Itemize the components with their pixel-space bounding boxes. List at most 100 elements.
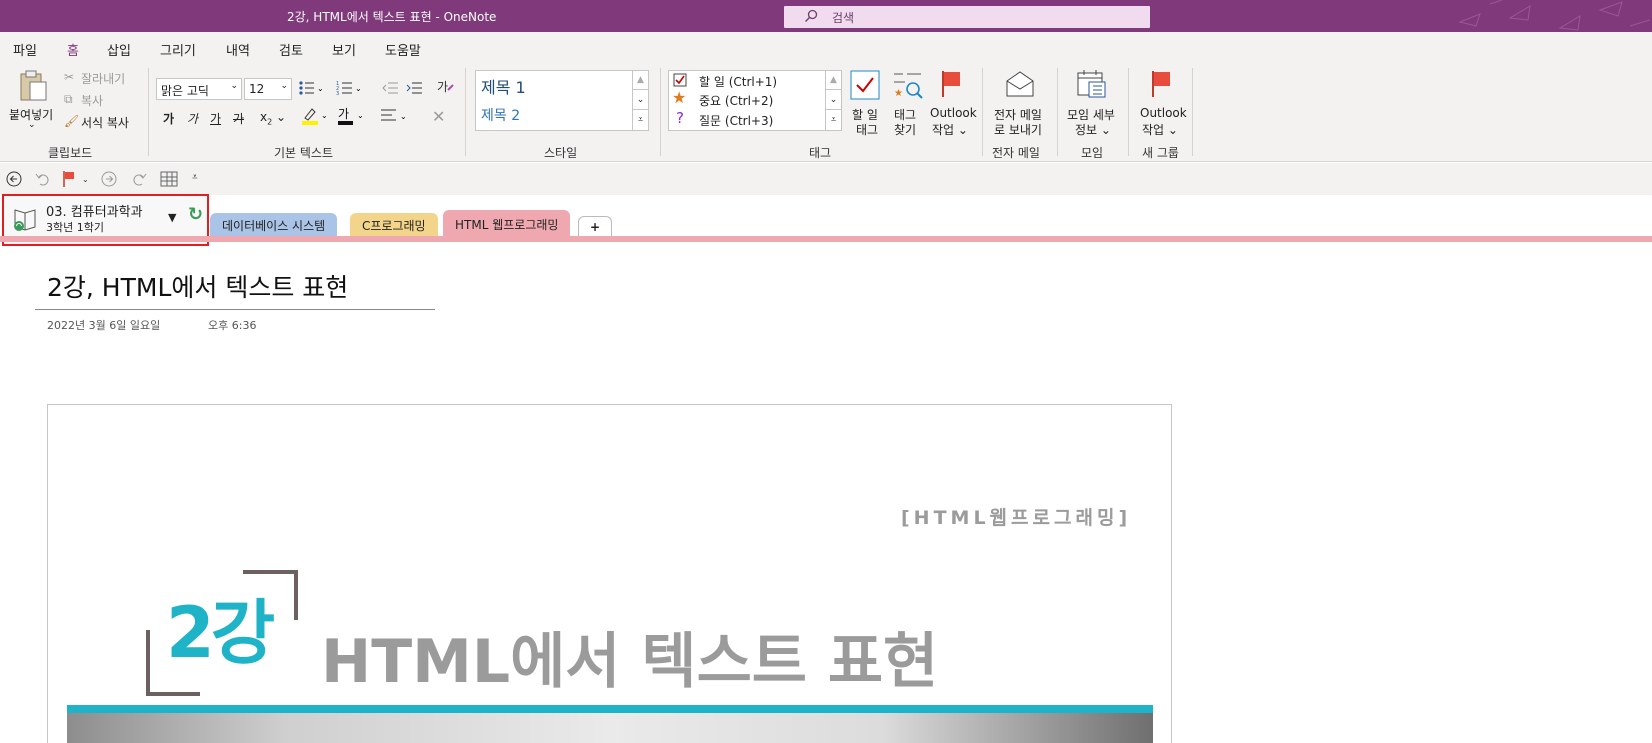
outlook-flag-icon[interactable] — [940, 70, 964, 98]
undo-icon[interactable] — [35, 171, 51, 187]
more-icon: ⩡ — [830, 115, 837, 125]
outlook-tasks-label-2[interactable]: 작업 ⌄ — [932, 121, 968, 138]
styles-gallery-scroll[interactable]: ▲ ⌄ ⩡ — [632, 71, 648, 130]
copy-icon: ⧉ — [64, 92, 73, 106]
more-icon: ⩡ — [637, 115, 644, 125]
copy-button[interactable]: 복사 — [81, 92, 103, 109]
increase-indent-icon[interactable] — [406, 80, 422, 96]
numbering-icon[interactable]: 123⌄ — [336, 80, 362, 96]
separator — [1128, 68, 1129, 156]
add-section-button[interactable]: + — [578, 216, 612, 237]
subscript-button[interactable]: x2 ⌄ — [260, 110, 286, 126]
svg-text:⌄: ⌄ — [82, 175, 89, 184]
style-heading-1[interactable]: 제목 1 — [481, 74, 526, 98]
todo-tag-label-2[interactable]: 태그 — [856, 121, 878, 138]
outlook-flag-icon[interactable] — [1150, 70, 1174, 98]
format-painter-button[interactable]: 서식 복사 — [81, 114, 129, 131]
separator — [982, 68, 983, 156]
svg-text:가: 가 — [437, 80, 448, 94]
paste-dropdown-icon[interactable]: ⌄ — [28, 120, 36, 130]
separator — [148, 68, 149, 156]
align-icon[interactable]: ⌄ — [380, 108, 410, 124]
clipboard-group-label: 클립보드 — [48, 146, 93, 160]
section-tab-database[interactable]: 데이터베이스 시스템 — [210, 213, 338, 237]
slide-image[interactable]: [HTML웹프로그래밍] 2강 HTML에서 텍스트 표현 — [47, 404, 1172, 743]
delete-icon[interactable]: ✕ — [432, 107, 445, 126]
flag-icon[interactable]: ⌄ — [62, 170, 90, 188]
bullets-icon[interactable]: ⌄ — [298, 80, 324, 96]
ribbon: 붙여넣기 ⌄ ✂ 잘라내기 ⧉ 복사 🖌 서식 복사 클립보드 맑은 고딕 ⌄ 1… — [0, 62, 1652, 162]
menu-insert[interactable]: 삽입 — [107, 40, 131, 59]
svg-text:⌄: ⌄ — [357, 111, 364, 120]
tag-todo[interactable]: 할 일 (Ctrl+1) — [699, 73, 777, 90]
font-color-icon[interactable]: 가 ⌄ — [336, 106, 366, 126]
paste-icon[interactable] — [18, 70, 48, 102]
scroll-down-icon: ⌄ — [826, 91, 841, 110]
slide-lecture-number: 2강 — [166, 592, 275, 674]
new-group-label: 새 그룹 — [1142, 146, 1179, 160]
underline-button[interactable]: 가 — [210, 110, 221, 127]
find-tags-icon[interactable]: ★ — [893, 70, 923, 100]
search-placeholder: 검색 — [832, 11, 855, 25]
decrease-indent-icon[interactable] — [382, 80, 398, 96]
style-heading-2[interactable]: 제목 2 — [481, 105, 520, 125]
italic-button[interactable]: 가 — [187, 110, 198, 127]
window-title: 2강, HTML에서 텍스트 표현 - OneNote — [287, 10, 497, 24]
meeting-details-label-2[interactable]: 정보 ⌄ — [1075, 121, 1111, 138]
tags-group-label: 태그 — [809, 146, 832, 160]
menu-review[interactable]: 검토 — [279, 40, 303, 59]
title-underline — [35, 309, 435, 310]
scroll-down-icon: ⌄ — [633, 91, 648, 110]
question-icon: ? — [676, 109, 684, 127]
font-size-combo[interactable]: 12 ⌄ — [244, 78, 292, 100]
menu-draw[interactable]: 그리기 — [160, 40, 196, 59]
menu-view[interactable]: 보기 — [332, 40, 356, 59]
menu-file[interactable]: 파일 — [13, 40, 37, 59]
page-title[interactable]: 2강, HTML에서 텍스트 표현 — [47, 268, 348, 304]
todo-tag-icon[interactable] — [850, 70, 880, 100]
svg-text:★: ★ — [894, 88, 903, 99]
section-tab-html[interactable]: HTML 웹프로그래밍 — [443, 210, 571, 237]
menu-help[interactable]: 도움말 — [385, 40, 421, 59]
email-send-label-2[interactable]: 로 보내기 — [994, 121, 1042, 138]
redo-icon[interactable] — [131, 171, 147, 187]
sync-status-icon[interactable]: ↻ — [188, 204, 203, 225]
section-tab-c-programming[interactable]: C프로그래밍 — [350, 213, 438, 237]
forward-icon[interactable] — [101, 171, 117, 187]
tag-question[interactable]: 질문 (Ctrl+3) — [699, 112, 773, 129]
font-name-combo[interactable]: 맑은 고딕 ⌄ — [156, 78, 242, 100]
new-group-outlook-label-1[interactable]: Outlook — [1140, 106, 1187, 120]
table-icon[interactable] — [160, 171, 178, 187]
separator — [660, 68, 661, 156]
new-group-outlook-label-2[interactable]: 작업 ⌄ — [1142, 121, 1178, 138]
slide-accent-bar — [67, 705, 1153, 713]
tags-gallery-scroll[interactable]: ▲ ⌄ ⩡ — [825, 71, 841, 130]
meeting-details-icon[interactable] — [1077, 69, 1107, 99]
outlook-tasks-label-1[interactable]: Outlook — [930, 106, 977, 120]
menu-bar: 파일 홈 삽입 그리기 내역 검토 보기 도움말 — [0, 32, 1652, 65]
highlight-icon[interactable]: ⌄ — [300, 106, 330, 126]
tag-important[interactable]: 중요 (Ctrl+2) — [699, 92, 773, 109]
svg-text:⌄: ⌄ — [400, 112, 407, 121]
clear-formatting-icon[interactable]: 가 — [436, 78, 454, 96]
title-bar: 2강, HTML에서 텍스트 표현 - OneNote 검색 — [0, 0, 1652, 32]
separator — [1192, 68, 1193, 156]
tags-gallery[interactable]: 할 일 (Ctrl+1) ★ 중요 (Ctrl+2) ? 질문 (Ctrl+3)… — [668, 70, 842, 131]
scroll-up-icon: ▲ — [633, 71, 648, 90]
find-tags-label-2[interactable]: 찾기 — [894, 121, 916, 138]
strikethrough-button[interactable]: 가 — [233, 110, 244, 127]
page-date: 2022년 3월 6일 일요일 — [47, 319, 161, 332]
search-box[interactable]: 검색 — [784, 6, 1150, 28]
styles-gallery[interactable]: 제목 1 제목 2 ▲ ⌄ ⩡ — [475, 70, 649, 131]
menu-home[interactable]: 홈 — [67, 40, 79, 65]
cut-button[interactable]: 잘라내기 — [81, 70, 125, 87]
notebook-dropdown-icon[interactable]: ▼ — [168, 211, 176, 224]
back-icon[interactable] — [6, 171, 22, 187]
email-icon[interactable] — [1005, 70, 1035, 98]
styles-group-label: 스타일 — [544, 146, 578, 160]
separator — [1057, 68, 1058, 156]
bold-button[interactable]: 가 — [163, 110, 174, 127]
menu-history[interactable]: 내역 — [226, 40, 250, 59]
email-group-label: 전자 메일 — [992, 146, 1040, 160]
customize-qat-icon[interactable]: ⩡ — [192, 172, 198, 183]
